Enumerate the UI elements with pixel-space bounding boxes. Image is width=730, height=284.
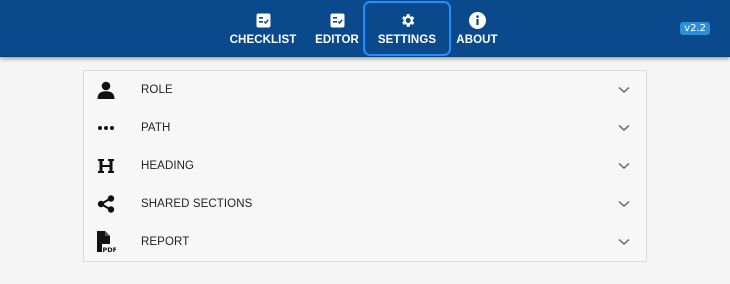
chevron-down-icon xyxy=(618,122,630,134)
nav-editor[interactable]: EDITOR xyxy=(315,0,359,57)
section-heading[interactable]: HEADING xyxy=(84,147,646,185)
section-report-label: REPORT xyxy=(141,236,190,248)
section-heading-label: HEADING xyxy=(141,160,195,172)
ellipsis-icon xyxy=(96,117,116,139)
section-shared-sections-label: SHARED SECTIONS xyxy=(141,198,253,210)
editor-icon xyxy=(328,11,346,29)
version-badge: v2.2 xyxy=(680,22,710,35)
settings-accordion: ROLE PATH HEADING SHARED SECTIONS PDF RE… xyxy=(83,70,647,262)
checklist-icon xyxy=(254,11,272,29)
top-nav-bar: CHECKLIST EDITOR SETTINGS ABOUT v2.2 xyxy=(0,0,730,57)
pdf-icon: PDF xyxy=(96,231,116,253)
section-role[interactable]: ROLE xyxy=(84,71,646,109)
section-role-label: ROLE xyxy=(141,84,173,96)
nav-settings[interactable]: SETTINGS xyxy=(363,1,451,56)
section-path-label: PATH xyxy=(141,122,171,134)
nav-editor-label: EDITOR xyxy=(315,34,359,46)
nav-checklist-label: CHECKLIST xyxy=(229,34,297,46)
section-path[interactable]: PATH xyxy=(84,109,646,147)
chevron-down-icon xyxy=(618,160,630,172)
chevron-down-icon xyxy=(618,236,630,248)
share-icon xyxy=(96,193,116,215)
section-report[interactable]: PDF REPORT xyxy=(84,223,646,261)
info-icon xyxy=(468,11,486,29)
nav-settings-label: SETTINGS xyxy=(377,34,437,46)
chevron-down-icon xyxy=(618,198,630,210)
gear-icon xyxy=(398,11,416,29)
nav-about-label: ABOUT xyxy=(456,34,498,46)
main-nav: CHECKLIST EDITOR SETTINGS ABOUT xyxy=(0,0,730,57)
chevron-down-icon xyxy=(618,84,630,96)
heading-icon xyxy=(96,155,116,177)
nav-about[interactable]: ABOUT xyxy=(456,0,498,57)
section-shared-sections[interactable]: SHARED SECTIONS xyxy=(84,185,646,223)
person-icon xyxy=(96,79,116,101)
svg-text:PDF: PDF xyxy=(103,246,117,253)
nav-checklist[interactable]: CHECKLIST xyxy=(229,0,297,57)
